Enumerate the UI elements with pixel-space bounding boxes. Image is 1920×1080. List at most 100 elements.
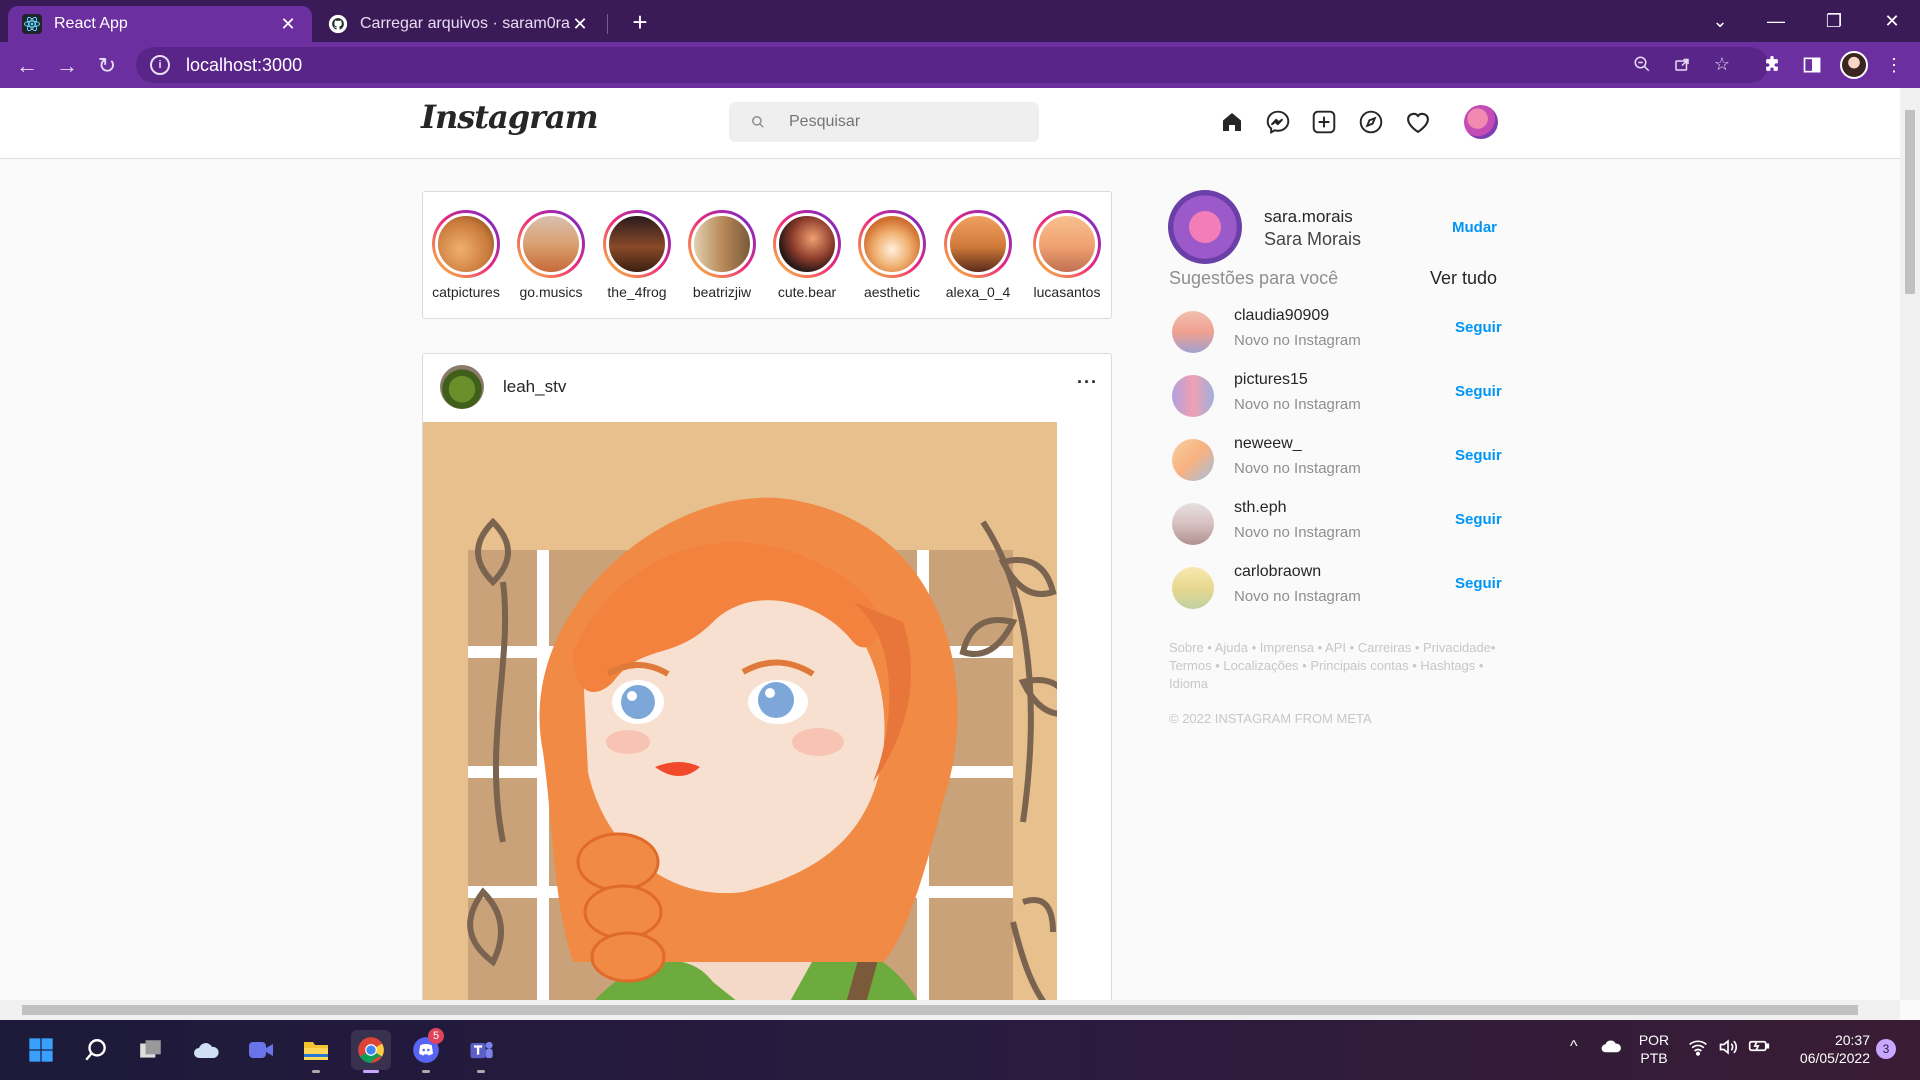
- suggestions-heading: Sugestões para você: [1169, 268, 1339, 288]
- running-indicator: [477, 1070, 485, 1073]
- menu-kebab-icon[interactable]: ⋮: [1882, 53, 1906, 77]
- bookmark-star-icon[interactable]: ☆: [1710, 52, 1734, 76]
- search-icon[interactable]: [76, 1030, 116, 1070]
- meet-icon[interactable]: [241, 1030, 281, 1070]
- story-item[interactable]: the_4frog: [594, 210, 680, 300]
- activity-heart-icon[interactable]: [1402, 106, 1434, 138]
- suggestion-username[interactable]: neweew_: [1234, 435, 1302, 453]
- story-item[interactable]: go.musics: [508, 210, 594, 300]
- footer-links[interactable]: Sobre • Ajuda • Imprensa • API • Carreir…: [1169, 639, 1499, 693]
- tab-title: Carregar arquivos · saram0rais/sa: [360, 15, 570, 32]
- more-options-icon[interactable]: ···: [1077, 372, 1098, 393]
- language-code: POR: [1638, 1032, 1670, 1048]
- story-item[interactable]: catpictures: [423, 210, 509, 300]
- post-author-avatar[interactable]: [440, 365, 484, 409]
- new-tab-button[interactable]: +: [624, 6, 656, 38]
- switch-account-link[interactable]: Mudar: [1452, 219, 1497, 236]
- search-input[interactable]: [787, 112, 1011, 132]
- clock-date: 06/05/2022: [1799, 1050, 1870, 1066]
- onedrive-tray-icon[interactable]: [1600, 1038, 1622, 1057]
- follow-button[interactable]: Seguir: [1455, 319, 1502, 336]
- current-user-avatar[interactable]: [1168, 190, 1242, 264]
- suggestion-username[interactable]: pictures15: [1234, 371, 1308, 389]
- extensions-icon[interactable]: [1760, 53, 1784, 77]
- follow-button[interactable]: Seguir: [1455, 511, 1502, 528]
- explore-icon[interactable]: [1355, 106, 1387, 138]
- wifi-icon[interactable]: [1688, 1038, 1708, 1059]
- keyboard-layout: PTB: [1640, 1050, 1668, 1066]
- follow-button[interactable]: Seguir: [1455, 383, 1502, 400]
- messenger-icon[interactable]: [1262, 106, 1294, 138]
- clock[interactable]: 20:37 06/05/2022: [1778, 1031, 1870, 1067]
- discord-icon[interactable]: 5: [406, 1028, 446, 1073]
- tab-search-icon[interactable]: ⌄: [1692, 0, 1748, 42]
- notification-count-badge[interactable]: 3: [1876, 1039, 1896, 1059]
- restore-button[interactable]: ❐: [1806, 0, 1862, 42]
- suggestion-username[interactable]: carlobraown: [1234, 563, 1321, 581]
- story-item[interactable]: aesthetic: [849, 210, 935, 300]
- close-window-button[interactable]: ✕: [1864, 0, 1920, 42]
- chrome-icon[interactable]: [351, 1030, 391, 1073]
- horizontal-scroll-thumb[interactable]: [22, 1005, 1858, 1015]
- story-item[interactable]: lucasantos: [1024, 210, 1110, 300]
- back-button[interactable]: ←: [11, 50, 43, 82]
- vertical-scroll-thumb[interactable]: [1905, 110, 1915, 294]
- suggestion-item: carlobraown Novo no Instagram Seguir: [1172, 563, 1502, 611]
- tab-react-app[interactable]: React App ✕: [8, 6, 312, 42]
- post-image[interactable]: [423, 422, 1057, 1000]
- windows-taskbar: 5 ^ POR PTB 20:37 06/05/2022 3: [0, 1020, 1920, 1080]
- forward-button[interactable]: →: [51, 50, 83, 82]
- language-indicator[interactable]: POR PTB: [1638, 1031, 1670, 1067]
- site-info-icon[interactable]: i: [150, 55, 170, 75]
- side-panel-icon[interactable]: [1800, 53, 1824, 77]
- vertical-scrollbar[interactable]: [1900, 88, 1920, 1000]
- page-viewport: Instagram catpictures: [0, 88, 1900, 1000]
- address-bar[interactable]: i localhost:3000: [136, 47, 1768, 83]
- suggestion-avatar[interactable]: [1172, 567, 1214, 609]
- browser-tab-strip: React App ✕ Carregar arquivos · saram0ra…: [0, 0, 1920, 42]
- running-indicator: [422, 1070, 430, 1073]
- suggestion-avatar[interactable]: [1172, 375, 1214, 417]
- onedrive-icon[interactable]: [186, 1030, 226, 1070]
- new-post-icon[interactable]: [1308, 106, 1340, 138]
- file-explorer-icon[interactable]: [296, 1030, 336, 1073]
- search-box[interactable]: [729, 102, 1039, 142]
- profile-avatar[interactable]: [1464, 105, 1498, 139]
- follow-button[interactable]: Seguir: [1455, 447, 1502, 464]
- minimize-button[interactable]: —: [1748, 0, 1804, 42]
- current-full-name: Sara Morais: [1264, 229, 1362, 249]
- teams-icon[interactable]: [461, 1030, 501, 1073]
- instagram-logo[interactable]: Instagram: [421, 98, 599, 136]
- story-item[interactable]: beatrizjiw: [679, 210, 765, 300]
- horizontal-scrollbar[interactable]: [0, 1000, 1900, 1020]
- volume-icon[interactable]: [1718, 1038, 1738, 1059]
- story-item[interactable]: cute.bear: [764, 210, 850, 300]
- suggestion-avatar[interactable]: [1172, 311, 1214, 353]
- reload-button[interactable]: ↻: [91, 50, 123, 82]
- follow-button[interactable]: Seguir: [1455, 575, 1502, 592]
- suggestion-username[interactable]: claudia90909: [1234, 307, 1329, 325]
- battery-icon[interactable]: [1748, 1038, 1770, 1057]
- task-view-icon[interactable]: [131, 1030, 171, 1070]
- tab-github[interactable]: Carregar arquivos · saram0rais/sa ✕: [314, 6, 604, 42]
- suggestion-avatar[interactable]: [1172, 439, 1214, 481]
- stories-tray: catpictures go.musics the_4frog beatrizj…: [422, 191, 1112, 319]
- home-icon[interactable]: [1216, 106, 1248, 138]
- share-icon[interactable]: [1670, 52, 1694, 76]
- show-hidden-icons-chevron-icon[interactable]: ^: [1570, 1038, 1578, 1056]
- start-icon[interactable]: [21, 1030, 61, 1070]
- story-item[interactable]: alexa_0_4: [935, 210, 1021, 300]
- suggestion-avatar[interactable]: [1172, 503, 1214, 545]
- story-username: the_4frog: [607, 284, 667, 300]
- zoom-icon[interactable]: [1630, 52, 1654, 76]
- close-tab-icon[interactable]: ✕: [570, 14, 590, 35]
- story-ring: [1033, 210, 1101, 278]
- suggestion-item: sth.eph Novo no Instagram Seguir: [1172, 499, 1502, 547]
- see-all-link[interactable]: Ver tudo: [1430, 268, 1497, 289]
- close-tab-icon[interactable]: ✕: [278, 14, 298, 35]
- story-username: alexa_0_4: [945, 284, 1011, 300]
- current-username[interactable]: sara.morais: [1264, 207, 1353, 227]
- post-username[interactable]: leah_stv: [503, 377, 566, 397]
- browser-profile-avatar[interactable]: [1840, 51, 1868, 79]
- suggestion-username[interactable]: sth.eph: [1234, 499, 1286, 517]
